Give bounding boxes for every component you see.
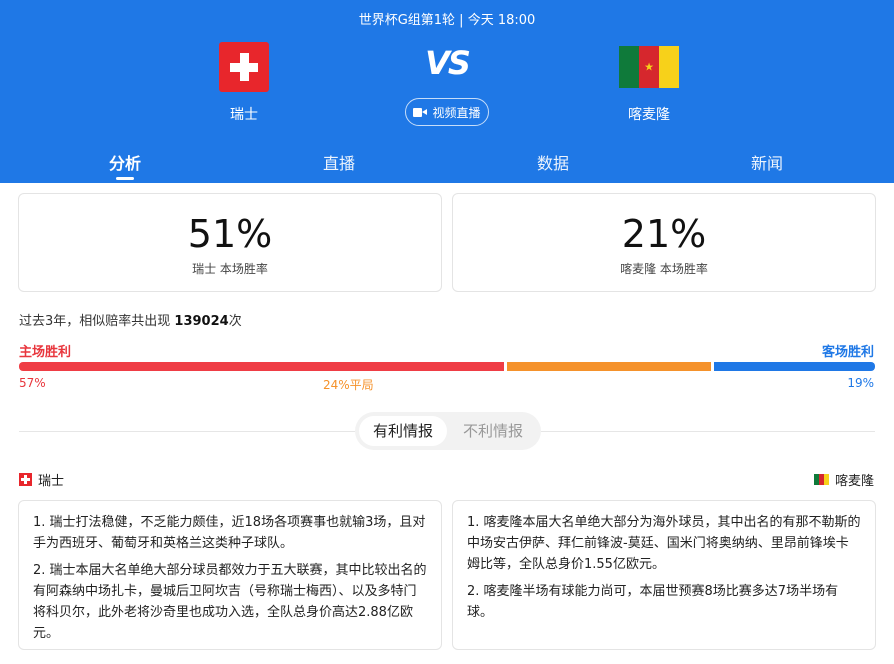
home-team[interactable]: 瑞士	[194, 42, 294, 124]
away-win-label: 客场胜利	[821, 345, 874, 360]
cameroon-flag-icon: ★	[619, 46, 679, 88]
unfavorable-intel-tab[interactable]: 不利情报	[449, 416, 537, 446]
away-intel-box: 1. 喀麦隆本届大名单绝大部分为海外球员，其中出名的有那不勒斯的中场安古伊萨、拜…	[452, 500, 876, 650]
match-title: 世界杯G组第1轮 | 今天 18:00	[358, 13, 536, 28]
tab-live[interactable]: 直播	[299, 150, 379, 174]
result-distribution-bar	[19, 362, 875, 371]
away-win-rate: 21%	[621, 212, 707, 256]
home-win-rate: 51%	[187, 212, 273, 256]
match-header: 世界杯G组第1轮 | 今天 18:00 瑞士 VS 视频直播 ★ 喀麦隆 分析 …	[0, 0, 894, 183]
tab-bar: 分析 直播 数据 新闻	[0, 150, 894, 183]
favorable-intel-tab[interactable]: 有利情报	[359, 416, 447, 446]
away-intel-team: 喀麦隆	[834, 474, 874, 489]
switzerland-flag-icon	[219, 42, 269, 92]
video-live-label: 视频直播	[432, 105, 481, 120]
switzerland-flag-icon	[19, 473, 32, 486]
vs-label: VS	[425, 44, 471, 82]
away-win-rate-label: 喀麦隆 本场胜率	[620, 262, 708, 276]
active-tab-indicator	[116, 177, 134, 180]
history-suffix: 次	[228, 314, 242, 329]
tab-data[interactable]: 数据	[513, 150, 593, 174]
away-win-segment	[713, 362, 875, 371]
history-count: 139024	[174, 314, 229, 329]
home-intel-box: 1. 瑞士打法稳健，不乏能力颇佳，近18场各项赛事也就输3场，且对手为西班牙、葡…	[18, 500, 442, 650]
intel-item: 2. 瑞士本届大名单绝大部分球员都效力于五大联赛，其中比较出名的有阿森纳中场扎卡…	[33, 563, 427, 641]
video-camera-icon	[413, 107, 428, 117]
away-intel-header: 喀麦隆	[813, 470, 874, 489]
tab-news[interactable]: 新闻	[727, 150, 807, 174]
draw-pct: 24%平局	[323, 378, 374, 392]
home-win-segment	[19, 362, 504, 371]
history-prefix: 过去3年，相似赔率共出现	[19, 314, 171, 329]
divider-left	[19, 431, 355, 432]
home-intel-team: 瑞士	[38, 474, 65, 489]
divider-right	[541, 431, 875, 432]
away-team-name: 喀麦隆	[628, 107, 670, 123]
intel-item: 2. 喀麦隆半场有球能力尚可，本届世预赛8场比赛多达7场半场有球。	[467, 584, 839, 620]
intel-toggle: 有利情报 不利情报	[355, 412, 541, 450]
tab-analysis[interactable]: 分析	[85, 150, 165, 174]
away-win-rate-card: 21% 喀麦隆 本场胜率	[452, 193, 876, 292]
history-summary: 过去3年，相似赔率共出现 139024次	[19, 310, 242, 329]
intel-item: 1. 喀麦隆本届大名单绝大部分为海外球员，其中出名的有那不勒斯的中场安古伊萨、拜…	[467, 515, 861, 572]
cameroon-flag-icon	[813, 474, 829, 485]
home-win-rate-label: 瑞士 本场胜率	[192, 262, 268, 276]
home-intel-header: 瑞士	[19, 470, 64, 489]
home-team-name: 瑞士	[230, 107, 258, 123]
away-team[interactable]: ★ 喀麦隆	[599, 42, 699, 124]
home-win-label: 主场胜利	[19, 345, 72, 360]
away-win-pct: 19%	[847, 376, 874, 390]
intel-item: 1. 瑞士打法稳健，不乏能力颇佳，近18场各项赛事也就输3场，且对手为西班牙、葡…	[33, 515, 426, 551]
video-live-button[interactable]: 视频直播	[405, 98, 489, 126]
draw-segment	[506, 362, 711, 371]
home-win-rate-card: 51% 瑞士 本场胜率	[18, 193, 442, 292]
